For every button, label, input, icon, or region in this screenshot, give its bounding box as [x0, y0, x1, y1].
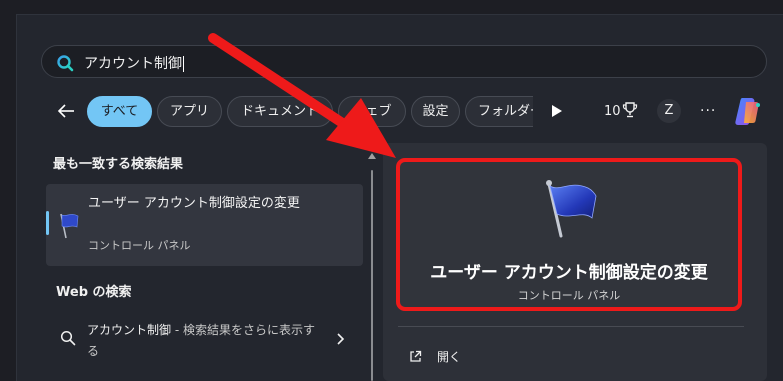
best-match-subtitle: コントロール パネル: [88, 239, 191, 252]
filter-chip-documents[interactable]: ドキュメント: [227, 96, 333, 127]
chevron-right-icon[interactable]: [335, 332, 345, 346]
scrollbar[interactable]: [371, 170, 373, 381]
best-match-title: ユーザー アカウント制御設定の変更: [88, 196, 300, 211]
flag-icon: [60, 213, 79, 239]
web-search-item[interactable]: アカウント制御 - 検索結果をさらに表示する: [46, 316, 363, 364]
filter-chip-folders[interactable]: フォルダー: [465, 96, 533, 127]
rewards-points: 10: [604, 104, 621, 119]
filter-chip-web[interactable]: ウェブ: [338, 96, 406, 127]
back-arrow-icon[interactable]: [56, 101, 76, 121]
preview-subtitle: コントロール パネル: [517, 289, 621, 302]
flag-icon: [546, 180, 597, 238]
open-external-icon[interactable]: [409, 350, 422, 363]
filter-chip-apps[interactable]: アプリ: [157, 96, 222, 127]
trophy-icon[interactable]: [622, 101, 638, 119]
best-match-item[interactable]: ユーザー アカウント制御設定の変更 コントロール パネル: [46, 184, 363, 266]
search-input[interactable]: アカウント制御: [41, 45, 767, 78]
filter-chip-all[interactable]: すべて: [87, 96, 152, 127]
web-search-heading: Web の検索: [56, 285, 132, 300]
web-search-query: アカウント制御: [87, 323, 172, 337]
avatar[interactable]: Z: [657, 99, 681, 123]
preview-card: ユーザー アカウント制御設定の変更 コントロール パネル: [396, 158, 742, 311]
divider: [398, 326, 744, 327]
filter-chip-settings[interactable]: 設定: [411, 96, 460, 127]
best-match-heading: 最も一致する検索結果: [53, 157, 184, 172]
scroll-filters-right-icon[interactable]: [552, 105, 562, 117]
text-caret: [183, 56, 184, 72]
filter-bar: すべて アプリ ドキュメント ウェブ 設定 フォルダー: [87, 96, 533, 128]
copilot-icon[interactable]: [732, 96, 764, 126]
search-icon: [60, 330, 76, 346]
preview-title: ユーザー アカウント制御設定の変更: [430, 263, 708, 283]
scroll-up-icon[interactable]: [368, 153, 376, 159]
selection-indicator: [46, 211, 49, 235]
search-query: アカウント制御: [84, 56, 182, 72]
search-icon: [57, 55, 74, 72]
more-options-icon[interactable]: ···: [700, 103, 716, 119]
open-action[interactable]: 開く: [437, 348, 461, 365]
